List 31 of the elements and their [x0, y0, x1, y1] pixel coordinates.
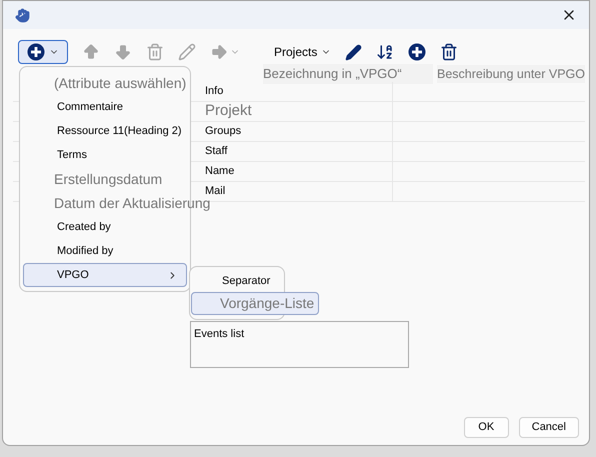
- plus-icon: [408, 43, 426, 61]
- table-cell: Info: [201, 82, 393, 101]
- menu-item[interactable]: VPGO: [23, 263, 187, 287]
- menu-item[interactable]: Separator: [191, 271, 283, 292]
- menu-item[interactable]: Modified by: [23, 239, 187, 263]
- trash-icon[interactable]: [440, 43, 458, 61]
- menu-item[interactable]: Commentaire: [23, 95, 187, 119]
- plus-icon: [27, 43, 45, 61]
- table-cell: Projekt: [201, 102, 393, 121]
- events-list-box[interactable]: Events list: [190, 321, 409, 368]
- table-cell: Mail: [201, 182, 393, 201]
- sort-az-icon[interactable]: [376, 43, 394, 61]
- menu-item[interactable]: Erstellungsdatum: [23, 167, 187, 191]
- add-dropdown-button[interactable]: [18, 40, 68, 64]
- table-cell: Groups: [201, 122, 393, 141]
- menu-item[interactable]: Vorgänge-Liste: [191, 292, 320, 315]
- table-cell: Name: [201, 162, 393, 181]
- dialog-button[interactable]: OK: [464, 417, 509, 438]
- projects-dropdown[interactable]: Projects: [274, 43, 332, 61]
- pencil-icon[interactable]: [345, 44, 362, 60]
- add-button[interactable]: [408, 43, 426, 61]
- menu-item[interactable]: (Attribute auswählen): [23, 71, 196, 95]
- arrow-right-icon: [210, 43, 228, 61]
- menu-item[interactable]: Ressource 11(Heading 2): [23, 119, 191, 143]
- table-cell: Staff: [201, 142, 393, 161]
- app-icon: [15, 8, 30, 22]
- column-header: Bezeichnung in „VPGO“: [263, 64, 433, 84]
- menu-item[interactable]: Terms: [23, 143, 187, 167]
- dialog-button[interactable]: Cancel: [518, 417, 579, 438]
- column-header: Beschreibung unter VPGO: [437, 64, 585, 84]
- menu-item[interactable]: Created by: [23, 215, 187, 239]
